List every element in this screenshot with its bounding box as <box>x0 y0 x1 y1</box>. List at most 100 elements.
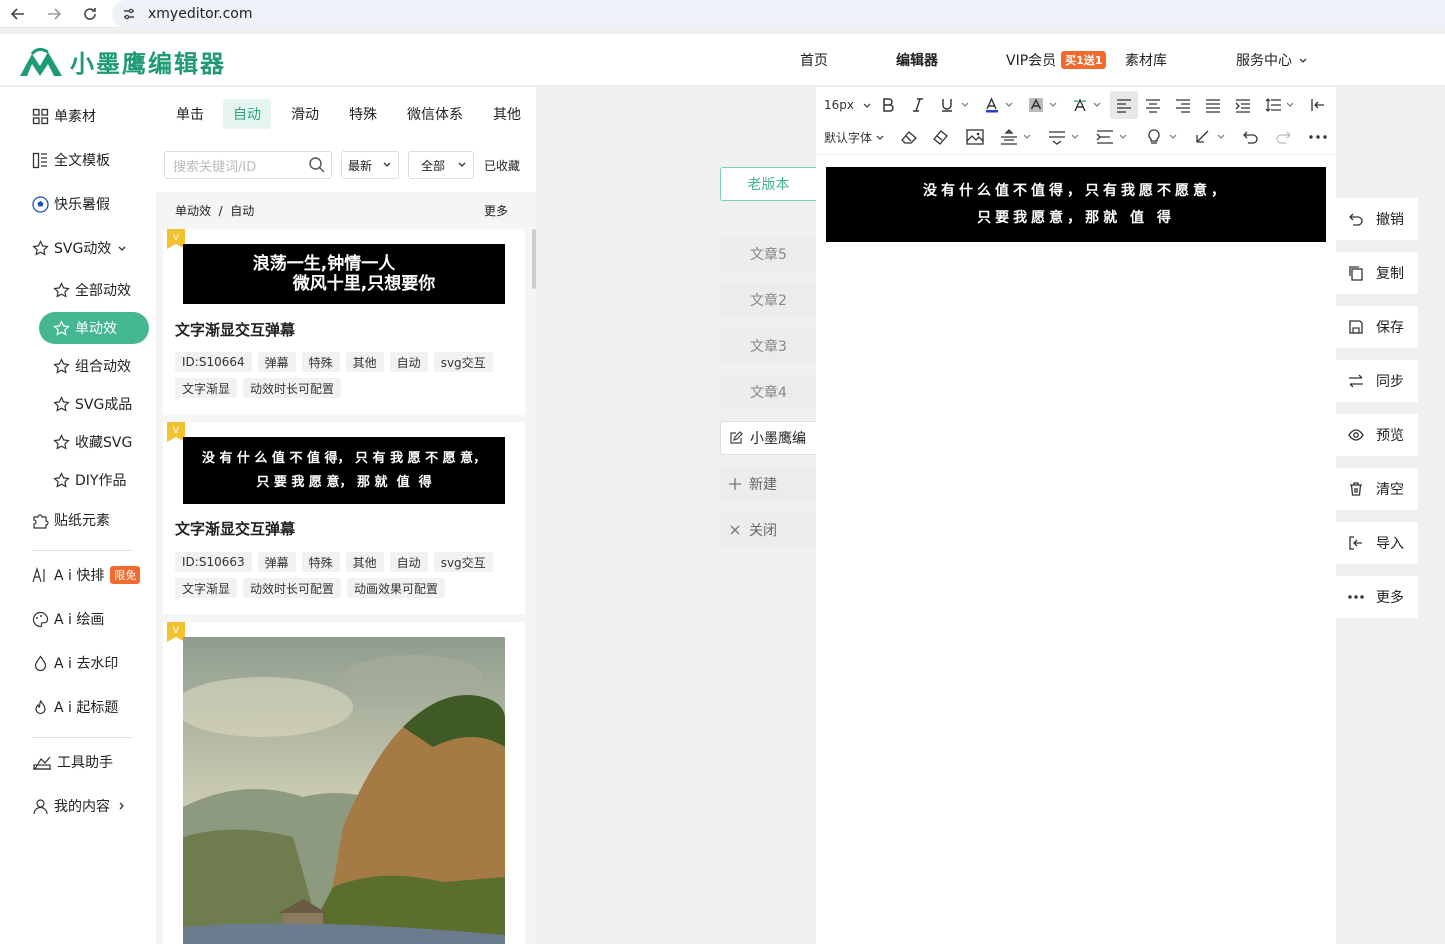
site-settings-icon[interactable] <box>122 7 136 21</box>
underline-button[interactable] <box>940 91 970 119</box>
bold-button[interactable] <box>880 91 896 119</box>
sidebar-item-combo-effects[interactable]: 组合动效 <box>53 354 131 378</box>
new-article-button[interactable]: 新建 <box>720 467 816 501</box>
nav-vip[interactable]: VIP会员 买1送1 <box>1006 34 1107 86</box>
article-tab[interactable]: 文章3 <box>720 329 816 363</box>
sync-button[interactable]: 同步 <box>1336 360 1418 402</box>
divider-button[interactable] <box>1048 123 1082 151</box>
search-icon[interactable] <box>308 156 326 174</box>
sidebar-item-all-effects[interactable]: 全部动效 <box>53 278 131 302</box>
redo-toolbar-button[interactable] <box>1274 123 1292 151</box>
sidebar-item-full-template[interactable]: 全文模板 <box>32 148 110 172</box>
sidebar-item-favorite-svg[interactable]: 收藏SVG <box>53 430 132 454</box>
tag-chip: 其他 <box>345 552 384 572</box>
more-button[interactable]: 更多 <box>1336 576 1418 618</box>
search-input[interactable]: 搜索关键词/ID <box>164 151 332 179</box>
preview-line: 没 有 什 么 值 不 值 得， 只 有 我 愿 不 愿 意， <box>201 450 487 466</box>
text-effect-button[interactable] <box>1072 91 1102 119</box>
tab-special[interactable]: 特殊 <box>349 99 377 129</box>
undo-toolbar-button[interactable] <box>1242 123 1260 151</box>
paragraph-spacing-button[interactable] <box>1000 123 1034 151</box>
lightbulb-button[interactable] <box>1146 123 1180 151</box>
eraser-button[interactable] <box>900 123 918 151</box>
exit-button[interactable] <box>1310 91 1326 119</box>
font-size-select[interactable]: 16px <box>824 91 872 119</box>
sidebar-item-ai-drawing[interactable]: A i 绘画 <box>32 607 104 631</box>
sidebar-item-ai-watermark[interactable]: A i 去水印 <box>32 651 118 675</box>
undo-button[interactable]: 撤销 <box>1336 198 1418 240</box>
collected-filter[interactable]: 已收藏 <box>484 151 520 179</box>
collected-label: 已收藏 <box>484 158 521 173</box>
sidebar-item-single-material[interactable]: 单素材 <box>32 104 96 128</box>
article-tab[interactable]: 文章5 <box>720 237 816 271</box>
reload-icon[interactable] <box>81 5 99 23</box>
image-button[interactable] <box>966 123 984 151</box>
align-center-button[interactable] <box>1145 91 1161 119</box>
svg-text:V: V <box>173 626 180 636</box>
sync-icon <box>1349 374 1363 388</box>
indent-button[interactable] <box>1235 91 1251 119</box>
preview-button[interactable]: 预览 <box>1336 414 1418 456</box>
sidebar-item-stickers[interactable]: 贴纸元素 <box>32 508 110 532</box>
copy-button[interactable]: 复制 <box>1336 252 1418 294</box>
tab-slide[interactable]: 滑动 <box>291 99 319 129</box>
tab-auto[interactable]: 自动 <box>223 99 271 129</box>
editor-toolbar: 16px 默认字体 <box>816 87 1336 155</box>
material-card[interactable]: V 浪荡一生,钟情一人 微风十里,只想要你 文字渐显交互弹幕 ID:S10664… <box>163 229 525 415</box>
sidebar-item-diy[interactable]: DIY作品 <box>53 468 126 492</box>
arrow-down-left-icon <box>1196 130 1225 143</box>
back-icon[interactable] <box>9 5 27 23</box>
sort-select[interactable]: 最新 <box>341 151 399 179</box>
sidebar-item-my-content[interactable]: 我的内容 <box>32 794 131 818</box>
background-color-button[interactable] <box>1028 91 1058 119</box>
nav-materials[interactable]: 素材库 <box>1125 34 1167 86</box>
material-card[interactable]: V <box>163 622 525 944</box>
letter-spacing-button[interactable] <box>1096 123 1130 151</box>
forward-icon[interactable] <box>45 5 63 23</box>
tools-icon <box>33 756 51 770</box>
save-button[interactable]: 保存 <box>1336 306 1418 348</box>
nav-editor[interactable]: 编辑器 <box>896 34 938 86</box>
tab-wechat[interactable]: 微信体系 <box>407 99 463 129</box>
sidebar-item-tools[interactable]: 工具助手 <box>32 750 113 774</box>
sidebar-item-svg-effects[interactable]: SVG动效 <box>32 236 132 260</box>
toolbar-more-button[interactable] <box>1308 123 1328 151</box>
address-bar[interactable]: xmyeditor.com <box>112 0 1445 28</box>
italic-button[interactable] <box>910 91 926 119</box>
sidebar-item-ai-layout[interactable]: A i 快排 限免 <box>32 563 141 587</box>
site-logo[interactable]: 小墨鹰编辑器 <box>18 44 226 79</box>
article-tab-current[interactable]: 小墨鹰编 <box>720 421 816 455</box>
close-article-button[interactable]: 关闭 <box>720 513 816 547</box>
tab-click[interactable]: 单击 <box>176 99 204 129</box>
nav-service[interactable]: 服务中心 <box>1236 34 1308 86</box>
align-left-button[interactable] <box>1110 91 1138 119</box>
editor-content-block[interactable]: 没有什么值不值得，只有我愿不愿意， 只要我愿意，那就 值 得 <box>826 167 1326 242</box>
align-left-icon <box>1117 99 1131 113</box>
filter-select[interactable]: 全部 <box>408 151 474 179</box>
font-family-select[interactable]: 默认字体 <box>824 123 885 151</box>
old-version-button[interactable]: 老版本 <box>720 167 816 201</box>
sidebar-item-summer[interactable]: 快乐暑假 <box>32 192 110 216</box>
justify-button[interactable] <box>1205 91 1221 119</box>
article-tab[interactable]: 文章2 <box>720 283 816 317</box>
align-right-button[interactable] <box>1175 91 1191 119</box>
sidebar-item-ai-title[interactable]: A i 起标题 <box>32 695 118 719</box>
brush-icon <box>933 130 948 145</box>
search-placeholder: 搜索关键词/ID <box>173 159 257 175</box>
nav-home[interactable]: 首页 <box>800 34 828 86</box>
line-height-button[interactable] <box>1265 91 1295 119</box>
format-painter-button[interactable] <box>932 123 950 151</box>
material-card[interactable]: V 没 有 什 么 值 不 值 得， 只 有 我 愿 不 愿 意， 只 要 我 … <box>163 422 525 614</box>
trash-icon <box>1350 482 1362 496</box>
svg-text:V: V <box>173 426 180 436</box>
site-header: 小墨鹰编辑器 首页 编辑器 VIP会员 买1送1 素材库 服务中心 <box>0 34 1445 86</box>
article-tab[interactable]: 文章4 <box>720 375 816 409</box>
more-link[interactable]: 更多 <box>484 202 508 219</box>
sidebar-item-svg-products[interactable]: SVG成品 <box>53 392 132 416</box>
font-color-button[interactable] <box>984 91 1014 119</box>
arrow-tool-button[interactable] <box>1194 123 1228 151</box>
sidebar-item-single-effect[interactable]: 单动效 <box>39 312 149 344</box>
clear-button[interactable]: 清空 <box>1336 468 1418 510</box>
import-button[interactable]: 导入 <box>1336 522 1418 564</box>
tab-other[interactable]: 其他 <box>493 99 521 129</box>
